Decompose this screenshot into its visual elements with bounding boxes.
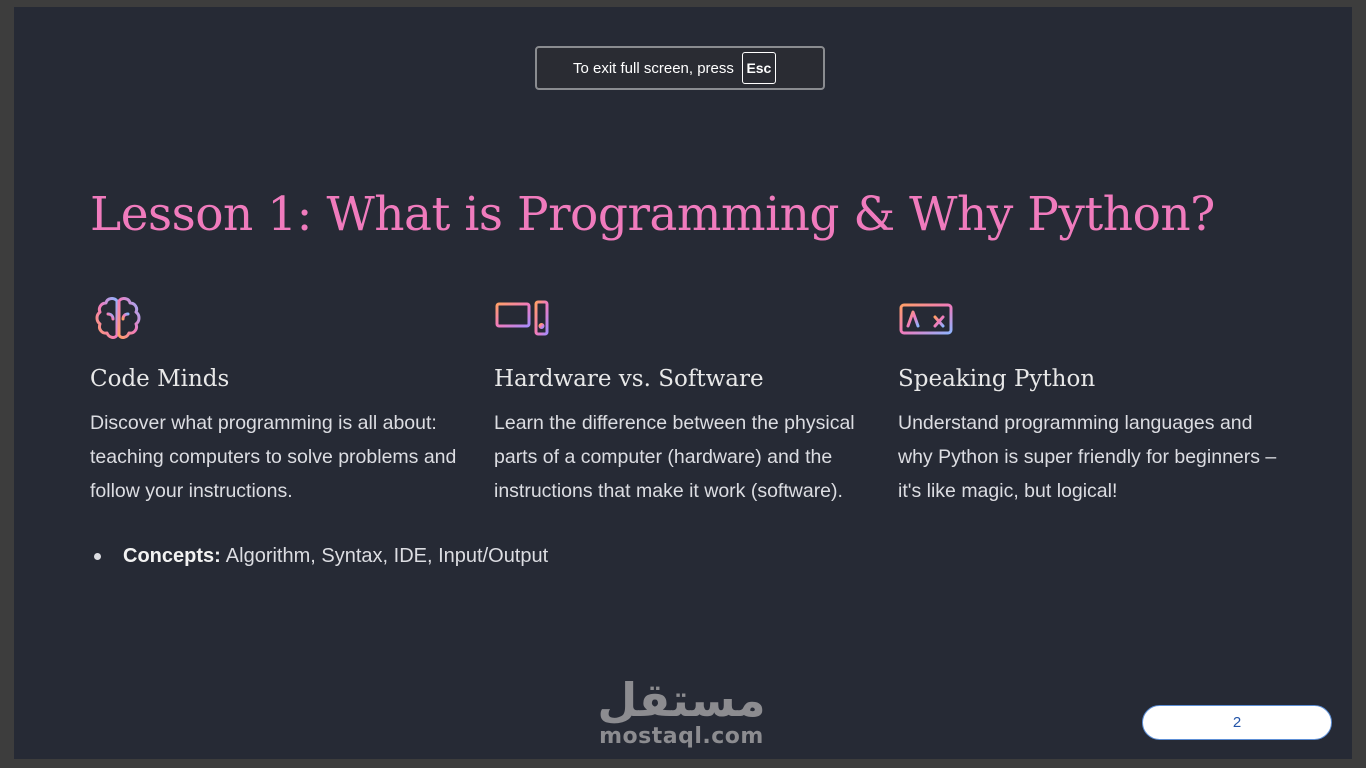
column-hardware-software: Hardware vs. Software Learn the differen…	[494, 292, 874, 508]
slide: To exit full screen, press Esc Lesson 1:…	[14, 7, 1352, 759]
page-number: 2	[1232, 714, 1242, 731]
brain-icon	[95, 297, 141, 339]
column-heading: Code Minds	[90, 366, 230, 392]
fullscreen-exit-notice: To exit full screen, press Esc	[535, 46, 825, 90]
concepts-label: Concepts:	[123, 545, 221, 567]
column-text: Understand programming languages and why…	[898, 412, 1277, 502]
watermark-latin: mostaql.com	[599, 724, 764, 749]
page-indicator[interactable]: 2	[1142, 705, 1332, 740]
column-speaking-python: Speaking Python Understand programming l…	[898, 292, 1278, 508]
column-text: Learn the difference between the physica…	[494, 412, 855, 502]
column-text: Discover what programming is all about: …	[90, 412, 457, 502]
concepts-bullet: Concepts: Algorithm, Syntax, IDE, Input/…	[90, 545, 548, 568]
esc-key-badge: Esc	[741, 52, 776, 84]
fullscreen-notice-text: To exit full screen, press	[573, 59, 734, 77]
mostaql-watermark: مستقل mostaql.com	[594, 675, 769, 749]
watermark-arabic: مستقل	[597, 673, 766, 727]
computer-icon	[495, 300, 549, 336]
column-code-minds: Code Minds Discover what programming is …	[90, 292, 470, 508]
column-heading: Hardware vs. Software	[494, 366, 764, 392]
bullet-dot	[94, 553, 101, 560]
concepts-text: Algorithm, Syntax, IDE, Input/Output	[225, 545, 549, 567]
translate-icon	[899, 303, 953, 335]
column-heading: Speaking Python	[898, 366, 1096, 392]
presentation-viewer: To exit full screen, press Esc Lesson 1:…	[0, 0, 1366, 768]
slide-title: Lesson 1: What is Programming & Why Pyth…	[90, 187, 1215, 242]
